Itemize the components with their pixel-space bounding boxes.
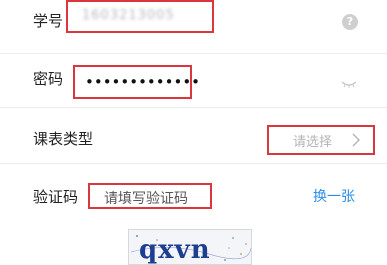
schedule-type-placeholder: 请选择 bbox=[293, 135, 333, 150]
captcha-placeholder: 请填写验证码 bbox=[104, 191, 188, 207]
password-field[interactable]: ••••••••••••• bbox=[73, 65, 200, 99]
student-id-label: 学号 bbox=[33, 12, 64, 30]
captcha-label: 验证码 bbox=[33, 188, 79, 206]
refresh-captcha-link[interactable]: 换一张 bbox=[313, 186, 355, 206]
schedule-type-row[interactable]: 课表类型 请选择 bbox=[0, 110, 387, 164]
chevron-right-icon bbox=[352, 133, 360, 147]
captcha-input[interactable]: 请填写验证码 bbox=[88, 183, 212, 209]
student-id-value: 1603213005 bbox=[82, 8, 175, 23]
eye-closed-icon[interactable] bbox=[341, 80, 357, 88]
captcha-text: qxvn bbox=[139, 235, 211, 265]
student-id-row: 学号 1603213005 ? bbox=[0, 0, 387, 54]
captcha-noise: qxvn bbox=[130, 235, 251, 265]
password-label: 密码 bbox=[33, 70, 64, 88]
captcha-image[interactable]: qxvn bbox=[128, 229, 252, 265]
question-circle-icon[interactable]: ? bbox=[342, 14, 358, 30]
schedule-type-label: 课表类型 bbox=[33, 130, 94, 148]
password-row: 密码 ••••••••••••• bbox=[0, 54, 387, 108]
password-value: ••••••••••••• bbox=[85, 73, 201, 91]
student-id-field[interactable]: 1603213005 bbox=[66, 0, 214, 33]
schedule-type-select[interactable]: 请选择 bbox=[267, 125, 375, 155]
